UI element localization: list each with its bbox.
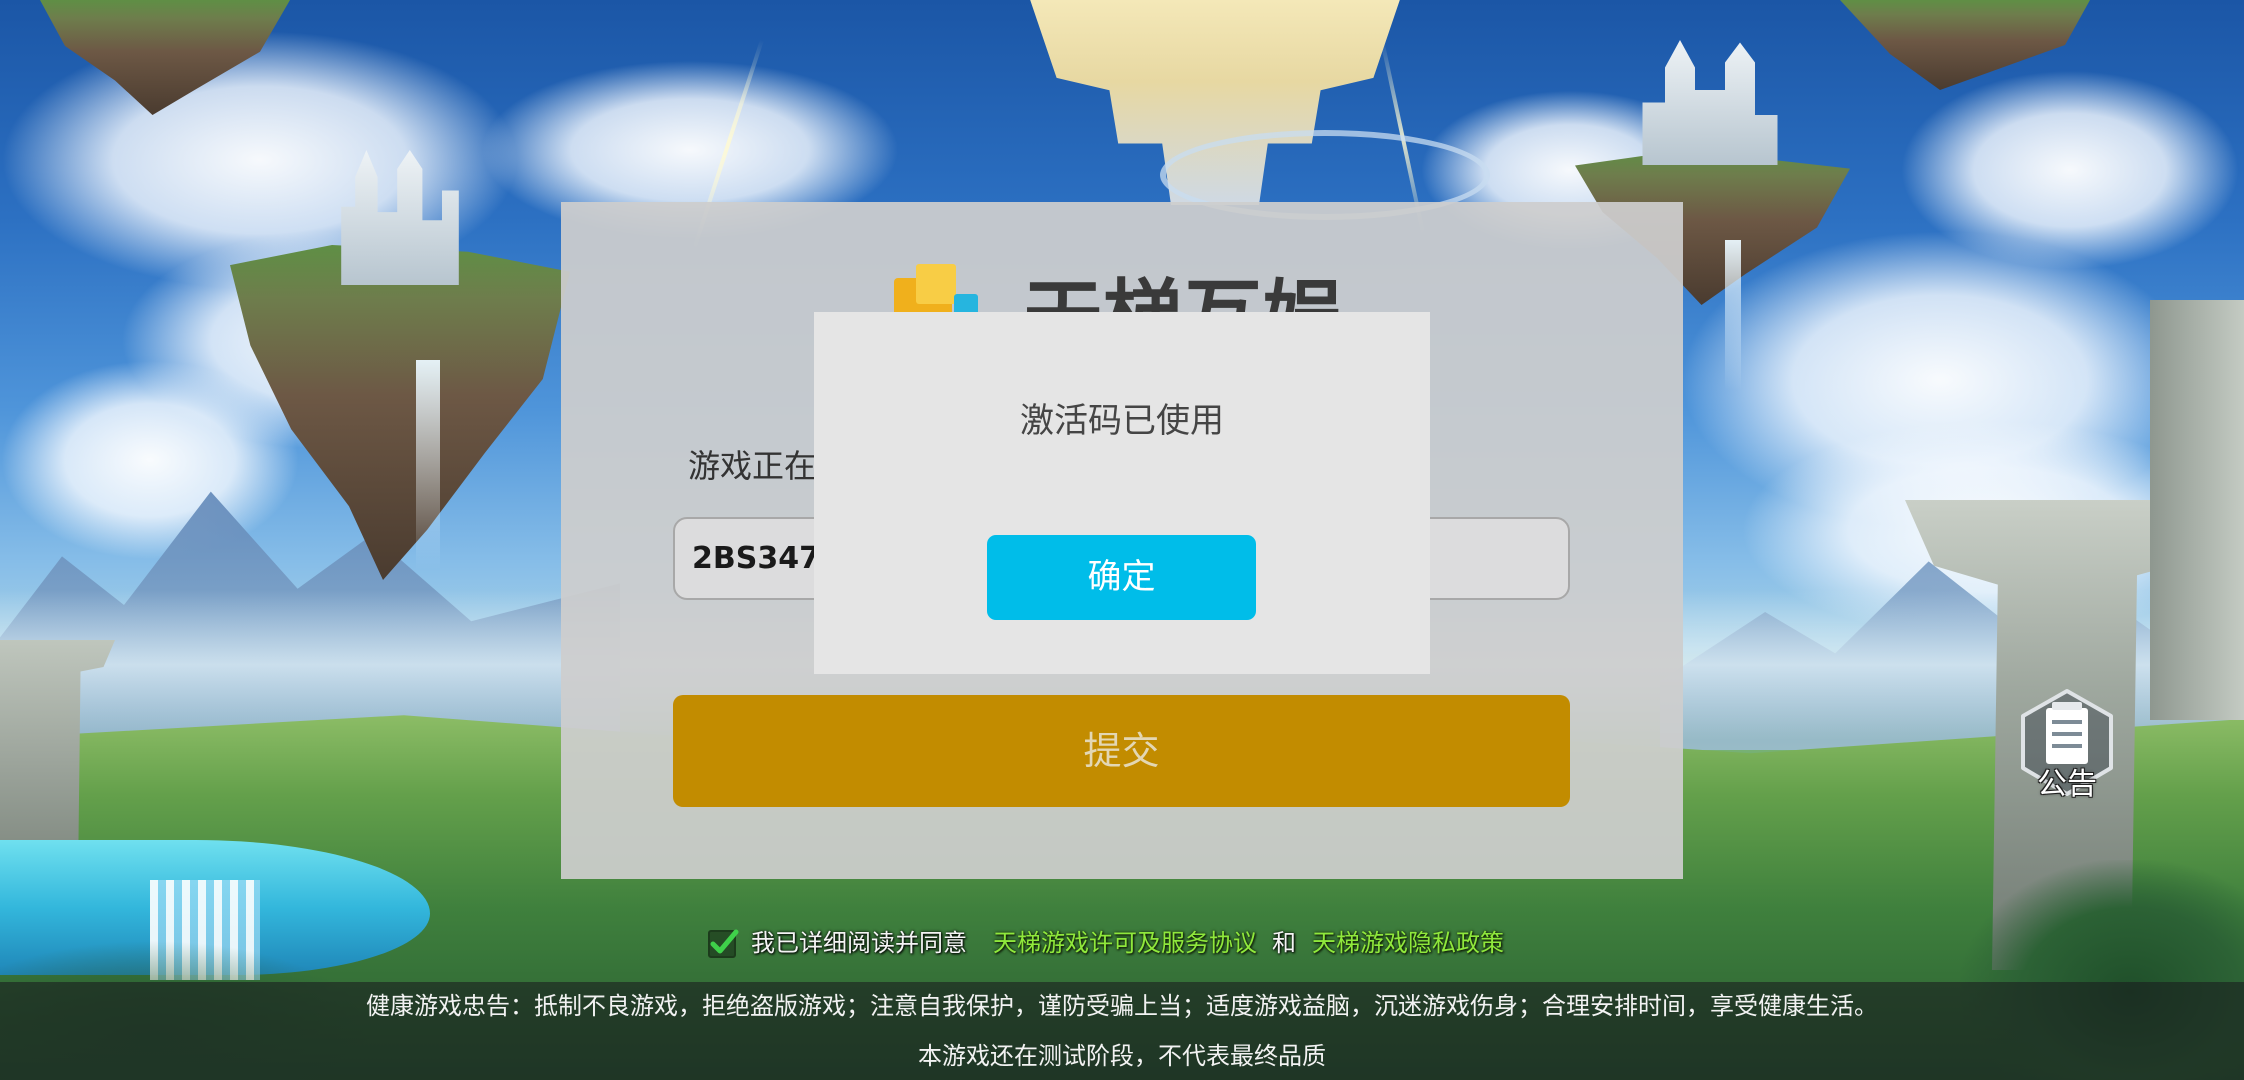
floating-island-left bbox=[230, 150, 570, 580]
confirm-button[interactable]: 确定 bbox=[987, 535, 1256, 620]
island-waterfall bbox=[1725, 240, 1741, 390]
alert-dialog: 激活码已使用 确定 bbox=[814, 312, 1430, 674]
floating-rock-top-right bbox=[1840, 0, 2090, 90]
agreement-conjunction: 和 bbox=[1272, 929, 1296, 957]
confirm-button-label: 确定 bbox=[1087, 557, 1156, 597]
privacy-policy-link[interactable]: 天梯游戏隐私政策 bbox=[1312, 927, 1504, 959]
logo-cube-part bbox=[916, 264, 956, 304]
submit-button[interactable]: 提交 bbox=[673, 695, 1570, 807]
cloud bbox=[1900, 70, 2240, 270]
island-castle bbox=[341, 150, 459, 285]
health-notice-footer: 健康游戏忠告：抵制不良游戏，拒绝盗版游戏；注意自我保护，谨防受骗上当；适度游戏益… bbox=[0, 982, 2244, 1080]
test-stage-notice: 本游戏还在测试阶段，不代表最终品质 bbox=[918, 1042, 1326, 1070]
agreement-checkbox[interactable] bbox=[707, 927, 739, 959]
license-agreement-link[interactable]: 天梯游戏许可及服务协议 bbox=[993, 927, 1257, 959]
agreement-row: 我已详细阅读并同意 天梯游戏许可及服务协议 和 天梯游戏隐私政策 bbox=[707, 927, 1504, 959]
floating-rock-top-left bbox=[40, 0, 290, 115]
stone-pillar-edge bbox=[2150, 300, 2244, 720]
activation-prompt: 游戏正在 bbox=[688, 447, 817, 485]
island-rock bbox=[1840, 0, 2090, 90]
island-rock bbox=[230, 245, 570, 580]
island-castle bbox=[1642, 40, 1778, 165]
island-rock bbox=[40, 0, 290, 115]
submit-button-label: 提交 bbox=[1083, 729, 1160, 773]
agreement-prefix: 我已详细阅读并同意 bbox=[751, 929, 967, 957]
health-advice-text: 健康游戏忠告：抵制不良游戏，拒绝盗版游戏；注意自我保护，谨防受骗上当；适度游戏益… bbox=[366, 992, 1878, 1020]
notice-label: 公告 bbox=[2037, 767, 2097, 802]
dialog-message: 激活码已使用 bbox=[1020, 401, 1224, 441]
notice-button[interactable]: 公告 bbox=[2018, 688, 2116, 803]
island-waterfall bbox=[416, 360, 440, 570]
